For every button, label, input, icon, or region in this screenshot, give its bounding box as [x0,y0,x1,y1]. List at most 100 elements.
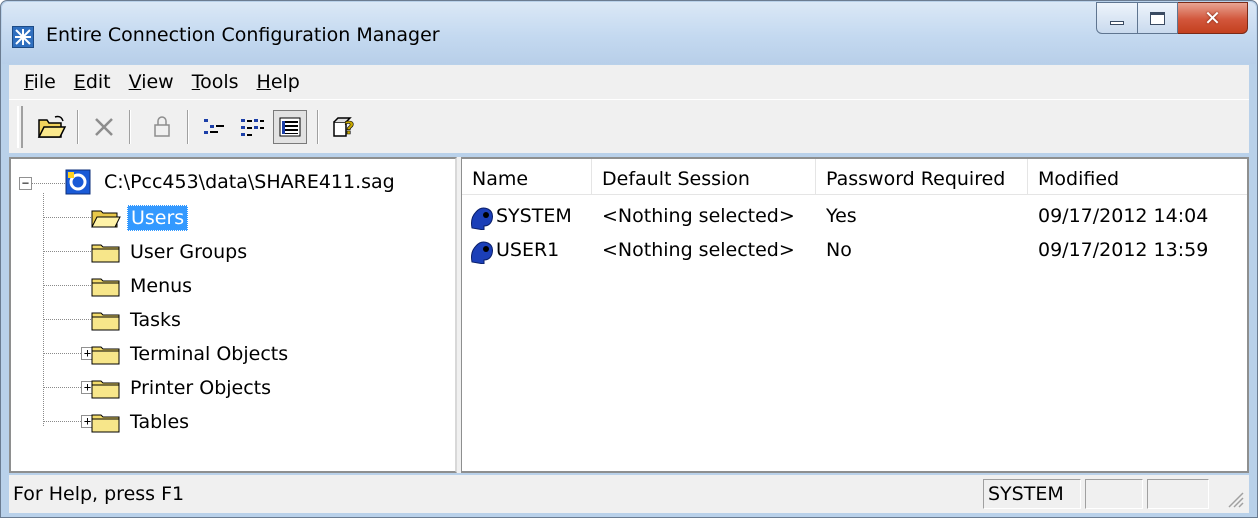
caption-buttons: ✕ [1096,2,1248,34]
menu-help[interactable]: Help [248,71,309,93]
menu-tools[interactable]: Tools [183,71,248,93]
open-button[interactable] [35,110,69,144]
menu-file-mnemonic: F [24,71,34,93]
close-button[interactable]: ✕ [1178,2,1248,34]
folder-icon [91,411,121,433]
toolbar-separator [129,110,131,144]
database-icon [65,169,91,195]
menu-help-mnemonic: H [256,71,271,93]
tree-node-label: Printer Objects [130,377,272,399]
status-panel-empty [1147,479,1209,509]
tree-node-tables[interactable]: Tables [91,407,192,437]
cell-modified: 09/17/2012 13:59 [1038,239,1209,261]
minimize-button[interactable] [1096,2,1138,34]
tree-connector [43,251,95,252]
list-view-button[interactable] [235,110,269,144]
list-row[interactable]: USER1 <Nothing selected> No 09/17/2012 1… [462,233,1247,267]
tree-root-label: C:\Pcc453\data\SHARE411.sag [104,171,395,193]
toolbar-grip[interactable] [17,106,23,148]
user-icon [466,202,496,230]
tree-connector [43,319,95,320]
list-view-icon [241,119,264,136]
cell-default-session: <Nothing selected> [602,239,795,261]
menu-tools-mnemonic: T [191,71,201,93]
tree-node-users[interactable]: Users [91,203,189,233]
list-row[interactable]: SYSTEM <Nothing selected> Yes 09/17/2012… [462,199,1247,233]
toolbar-separator [317,110,319,144]
tree-view-icon [204,119,224,134]
cell-modified: 09/17/2012 14:04 [1038,205,1209,227]
tree-node-label: Menus [130,275,193,297]
menu-help-label: elp [270,71,300,93]
list-header: Name Default Session Password Required M… [462,159,1247,195]
tree-connector [43,285,95,286]
folder-icon [91,275,121,297]
cell-password-required: Yes [826,205,857,227]
cell-default-session: <Nothing selected> [602,205,795,227]
menu-tools-label: ools [200,71,239,93]
lock-button[interactable] [145,110,179,144]
tree-node-label: Tables [130,411,190,433]
folder-icon [91,241,121,263]
tree-node-printer-objects[interactable]: Printer Objects [91,373,274,403]
menu-bar: File Edit View Tools Help [9,65,1249,99]
menu-file-label: ile [33,71,56,93]
details-view-icon [279,117,301,137]
tree-node-tasks[interactable]: Tasks [91,305,184,335]
cell-name: SYSTEM [496,205,572,227]
tree-node-label: Users [127,205,189,231]
lock-icon [154,116,170,137]
details-list[interactable]: Name Default Session Password Required M… [461,157,1249,473]
tree-node-user-groups[interactable]: User Groups [91,237,250,267]
tree-root[interactable]: C:\Pcc453\data\SHARE411.sag [65,167,398,197]
tree-connector [43,193,44,426]
folder-icon [91,377,121,399]
delete-button[interactable] [87,110,121,144]
title-bar[interactable]: Entire Connection Configuration Manager … [2,2,1256,64]
tree-node-terminal-objects[interactable]: Terminal Objects [91,339,291,369]
tree-node-menus[interactable]: Menus [91,271,195,301]
column-header-modified[interactable]: Modified [1028,159,1247,195]
delete-icon [95,118,113,136]
column-header-default-session[interactable]: Default Session [592,159,816,195]
svg-text:?: ? [344,118,354,139]
toolbar: ? [9,99,1249,153]
menu-file[interactable]: File [15,71,65,93]
open-folder-icon [37,115,67,138]
menu-view-mnemonic: V [128,71,142,93]
tree-connector [43,217,95,218]
folder-icon [91,309,121,331]
help-button[interactable]: ? [327,110,361,144]
maximize-button[interactable] [1138,2,1178,34]
status-help-text: For Help, press F1 [13,483,185,505]
help-icon: ? [333,117,355,139]
app-window: Entire Connection Configuration Manager … [0,0,1258,518]
status-panel-empty [1085,479,1143,509]
cell-password-required: No [826,239,852,261]
menu-edit-label: dit [85,71,111,93]
user-icon [466,236,496,264]
details-view-button[interactable] [273,110,307,144]
folder-icon [91,343,121,365]
open-folder-icon [91,207,121,229]
resize-grip-icon[interactable] [1225,489,1245,509]
status-user-panel: SYSTEM [983,479,1081,509]
menu-edit-mnemonic: E [73,71,86,93]
toolbar-separator [187,110,189,144]
tree-collapse-toggle[interactable]: − [19,177,32,190]
menu-view[interactable]: View [120,71,183,93]
window-title: Entire Connection Configuration Manager [46,24,440,46]
tree-view-button[interactable] [197,110,231,144]
minimize-icon [1110,21,1124,25]
folder-tree[interactable]: − C:\Pcc453\data\SHARE411.sag Users User… [9,157,457,473]
app-icon[interactable] [12,26,34,48]
close-icon: ✕ [1204,6,1221,30]
tree-node-label: Terminal Objects [130,343,289,365]
menu-view-label: iew [141,71,174,93]
menu-edit[interactable]: Edit [65,71,120,93]
column-header-password-required[interactable]: Password Required [816,159,1028,195]
toolbar-separator [77,110,79,144]
column-header-name[interactable]: Name [462,159,592,195]
status-bar: For Help, press F1 SYSTEM [9,475,1249,513]
tree-node-label: User Groups [130,241,248,263]
